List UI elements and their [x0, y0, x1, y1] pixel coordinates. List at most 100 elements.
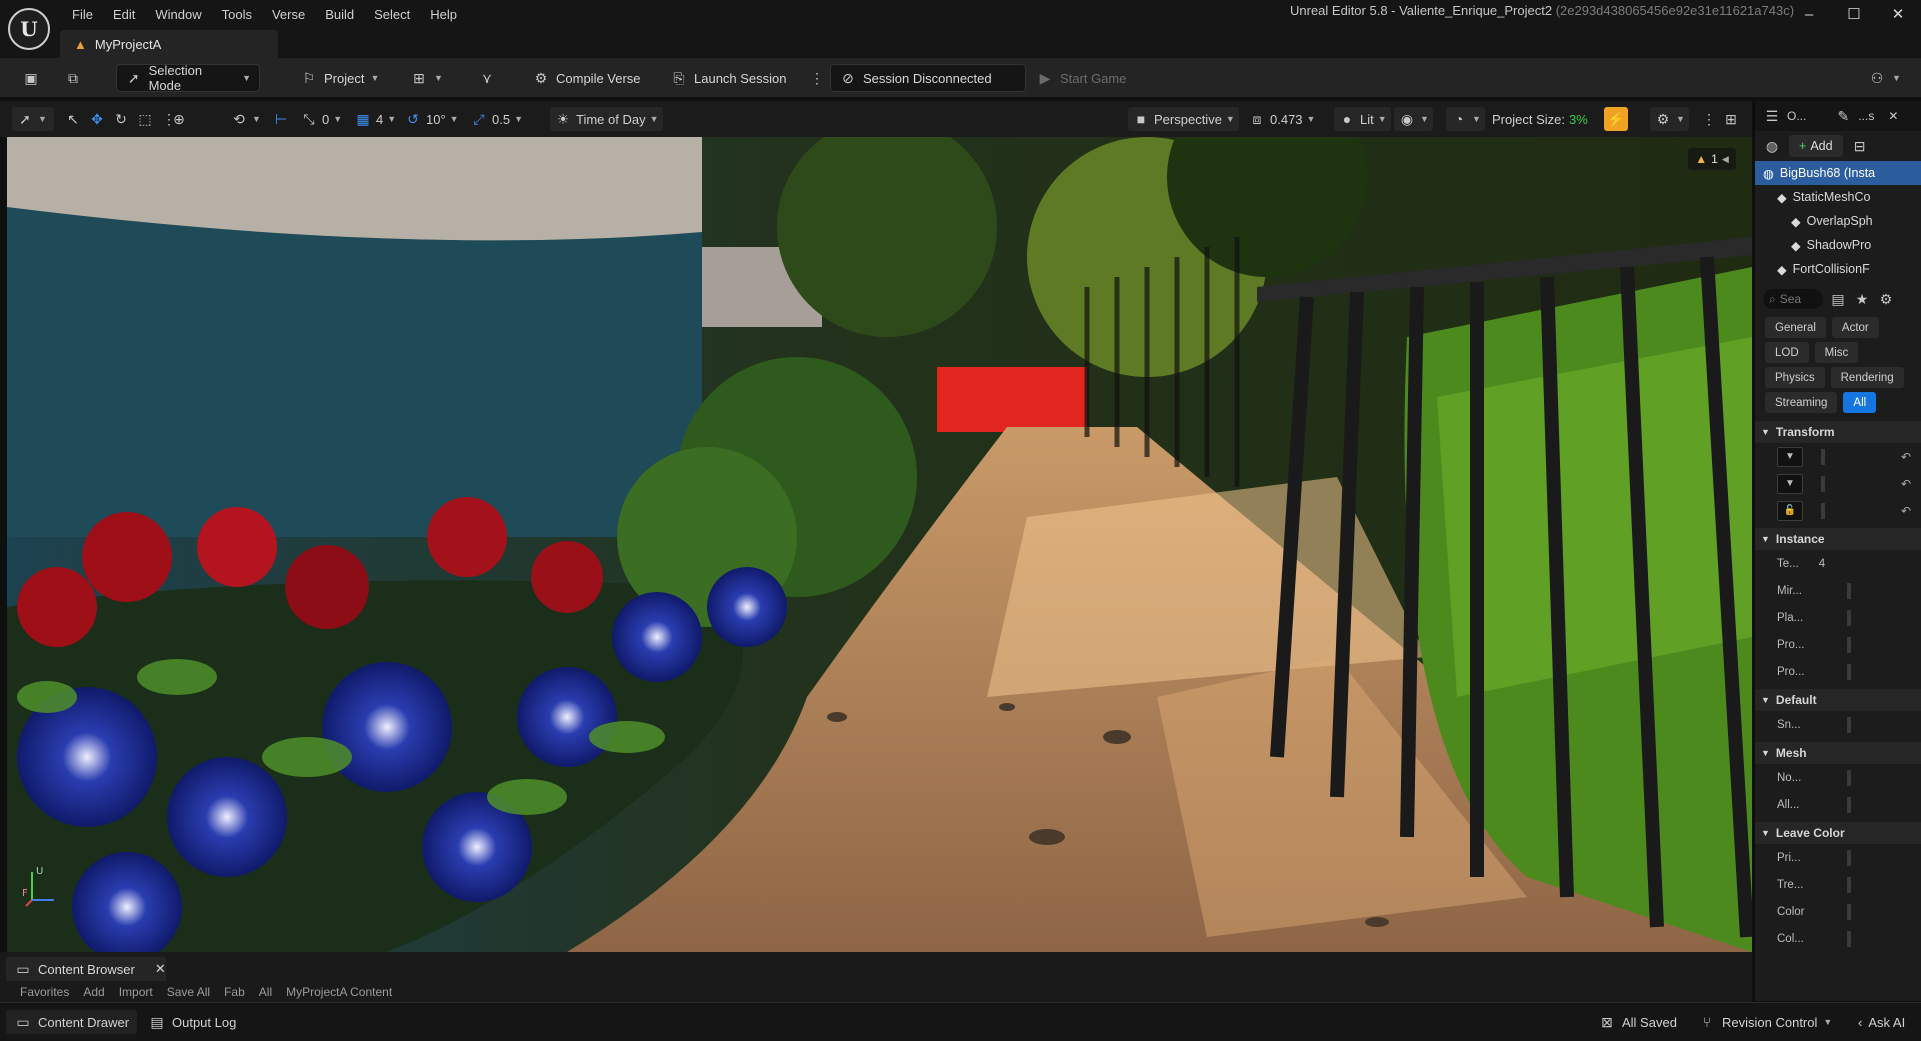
revision-control-dropdown[interactable]: ⑂ Revision Control ▼ [1690, 1010, 1840, 1034]
content-browser-tab[interactable]: ▭ Content Browser ✕ [6, 957, 166, 981]
section-header[interactable]: ▼ Default [1755, 689, 1921, 711]
close-window-button[interactable]: ✕ [1878, 2, 1918, 26]
show-flags-dropdown[interactable]: ◉ ▼ [1394, 107, 1433, 131]
warnings-badge[interactable]: ▲ 1 ◀ [1688, 148, 1736, 170]
menu-verse[interactable]: Verse [262, 4, 315, 25]
content-browser-toolbar-item[interactable]: Save All [167, 985, 210, 999]
close-tab-icon[interactable]: ✕ [155, 961, 166, 977]
time-of-day-dropdown[interactable]: ☀ Time of Day ▼ [550, 107, 663, 131]
ask-ai-button[interactable]: ‹ Ask AI [1850, 1010, 1913, 1034]
menu-help[interactable]: Help [420, 4, 467, 25]
project-dropdown[interactable]: ⚐ Project ▼ [292, 64, 387, 92]
table-icon[interactable]: ▤ [1829, 290, 1847, 308]
filter-chip[interactable]: All [1843, 392, 1877, 413]
value-field[interactable] [1820, 502, 1825, 519]
source-control-button[interactable]: ⧉ [56, 64, 90, 92]
value-field[interactable] [1847, 636, 1851, 653]
blueprint-icon[interactable]: ⊟ [1851, 137, 1869, 155]
scale-tool-button[interactable]: ⬚ [132, 107, 158, 131]
output-log-button[interactable]: ▤ Output Log [140, 1010, 244, 1034]
property-row[interactable]: Pro... [1755, 631, 1921, 658]
outliner-item[interactable]: ◍ BigBush68 (Insta [1755, 161, 1921, 185]
select-tool-button[interactable]: ↖ [60, 107, 86, 131]
minimize-button[interactable]: – [1789, 2, 1829, 26]
property-row[interactable]: All... [1755, 791, 1921, 818]
section-header[interactable]: ▼ Mesh [1755, 742, 1921, 764]
outliner-item[interactable]: ◆ StaticMeshCo [1755, 185, 1921, 209]
view-mode-dropdown[interactable]: ● Lit ▼ [1334, 107, 1391, 131]
value-field[interactable] [1847, 930, 1851, 947]
filter-chip[interactable]: LOD [1765, 342, 1809, 363]
value-field[interactable] [1820, 475, 1825, 492]
save-button[interactable]: ▣ [14, 64, 48, 92]
section-header[interactable]: ▼ Leave Color [1755, 822, 1921, 844]
filter-chip[interactable]: General [1765, 317, 1826, 338]
add-component-button[interactable]: + Add [1789, 135, 1843, 157]
viewport-scene[interactable] [7, 137, 1752, 952]
scale-snap-dropdown[interactable]: ⤢ 0.5 ▼ [466, 107, 527, 131]
menu-tools[interactable]: Tools [212, 4, 262, 25]
filter-chip[interactable]: Streaming [1765, 392, 1838, 413]
outliner-item[interactable]: ◆ FortCollisionF [1755, 257, 1921, 281]
filter-chip[interactable]: Physics [1765, 367, 1825, 388]
compile-verse-button[interactable]: ⚙ Compile Verse [524, 64, 649, 92]
value-field[interactable] [1847, 796, 1851, 813]
content-browser-toolbar-item[interactable]: Favorites [20, 985, 69, 999]
rotate-tool-button[interactable]: ↻ [108, 107, 134, 131]
details-search-input[interactable]: ⌕ Sea [1763, 289, 1823, 309]
value-field[interactable] [1847, 769, 1851, 786]
add-content-dropdown[interactable]: ⊞ ▼ [402, 64, 451, 92]
property-row[interactable]: Col... [1755, 925, 1921, 952]
verse-button[interactable]: ⋎ [470, 64, 504, 92]
more-options-button[interactable]: ⋮ [800, 64, 834, 92]
transform-mode-select[interactable]: ▼ [1777, 473, 1803, 494]
selection-mode-dropdown[interactable]: ➚ Selection Mode ▼ [116, 63, 260, 93]
realtime-toggle[interactable]: ⚡ [1604, 107, 1628, 131]
collaboration-button[interactable]: ⚇ ▼ [1860, 64, 1909, 92]
level-viewport[interactable] [7, 137, 1752, 952]
content-browser-toolbar-item[interactable]: All [259, 985, 272, 999]
property-row[interactable]: ▼ ↶ [1755, 443, 1921, 470]
property-row[interactable]: Pla... [1755, 604, 1921, 631]
filter-chip[interactable]: Actor [1831, 317, 1879, 338]
property-row[interactable]: Color [1755, 898, 1921, 925]
outliner-item[interactable]: ◆ ShadowPro [1755, 233, 1921, 257]
property-row[interactable]: Pro... [1755, 658, 1921, 685]
unreal-logo[interactable]: U [8, 8, 50, 50]
performance-dropdown[interactable]: ◔ ▼ [1446, 107, 1485, 131]
viewport-settings-dropdown[interactable]: ⚙ ▼ [1650, 107, 1689, 131]
reset-icon[interactable]: ↶ [1901, 477, 1911, 491]
property-row[interactable]: Sn... [1755, 711, 1921, 738]
all-saved-indicator[interactable]: ⊠ All Saved [1590, 1010, 1685, 1034]
value-field[interactable] [1847, 663, 1851, 680]
value-field[interactable] [1847, 582, 1851, 599]
property-row[interactable]: Pri... [1755, 844, 1921, 871]
world-space-button[interactable]: ⊕ [166, 107, 192, 131]
reset-icon[interactable]: ↶ [1901, 504, 1911, 518]
section-header[interactable]: ▼ Instance [1755, 528, 1921, 550]
tab-details[interactable]: ...s [1858, 109, 1874, 123]
lock-icon[interactable]: 🔓 [1777, 500, 1803, 521]
property-row[interactable]: ▼ ↶ [1755, 470, 1921, 497]
surface-snap-button[interactable]: ⊢ [268, 107, 294, 131]
property-row[interactable]: No... [1755, 764, 1921, 791]
layout-button[interactable]: ⊞ [1718, 107, 1744, 131]
menu-window[interactable]: Window [145, 4, 211, 25]
angle-snap-dropdown[interactable]: ↺ 10° ▼ [400, 107, 463, 131]
start-game-button[interactable]: ▶ Start Game [1028, 64, 1134, 92]
reset-icon[interactable]: ↶ [1901, 450, 1911, 464]
section-header[interactable]: ▼ Transform [1755, 421, 1921, 443]
rotate-snap-dropdown[interactable]: ⟲ ▼ [226, 107, 265, 131]
maximize-button[interactable]: ☐ [1834, 2, 1874, 26]
value-field[interactable] [1847, 716, 1851, 733]
camera-speed-dropdown[interactable]: ⧈ 0.473 ▼ [1244, 107, 1319, 131]
project-tab[interactable]: ▲ MyProjectA [60, 30, 278, 58]
gear-icon[interactable]: ⚙ [1877, 290, 1895, 308]
menu-file[interactable]: File [62, 4, 103, 25]
property-row[interactable]: 🔓 ↶ [1755, 497, 1921, 524]
filter-chip[interactable]: Misc [1814, 342, 1859, 363]
property-row[interactable]: Te... 4 [1755, 550, 1921, 577]
content-browser-toolbar-item[interactable]: Add [83, 985, 104, 999]
content-browser-toolbar-item[interactable]: Import [119, 985, 153, 999]
session-status[interactable]: ⊘ Session Disconnected [830, 64, 1026, 92]
